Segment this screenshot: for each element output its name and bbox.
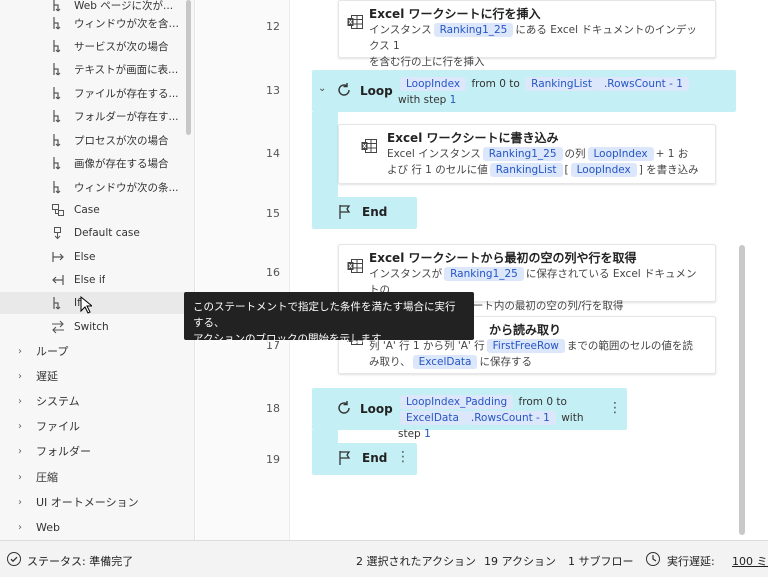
- category-loop[interactable]: › ループ: [18, 340, 68, 362]
- actions-panel: Web ページに次が... ウィンドウが次を含む... サービスが次の場合 テキ…: [0, 0, 195, 540]
- action-switch[interactable]: Switch: [50, 316, 186, 338]
- excel-icon: [347, 15, 365, 31]
- loop-body-bar: [312, 112, 338, 198]
- action-text-on-screen[interactable]: テキストが画面に表...: [50, 58, 186, 80]
- default-case-icon: [50, 225, 66, 241]
- variable-tag: Ranking1_25: [482, 147, 563, 161]
- action-else[interactable]: Else: [50, 246, 186, 268]
- step-loop-padding[interactable]: Loop LoopIndex_Padding from 0 to ExcelDa…: [312, 388, 627, 440]
- category-folder[interactable]: › フォルダー: [18, 440, 91, 462]
- branch-icon: [50, 85, 66, 101]
- category-ui-automation[interactable]: › UI オートメーション: [18, 491, 139, 513]
- variable-tag: LoopIndex_Padding: [400, 395, 514, 409]
- line-number: 13: [266, 84, 280, 97]
- variable-tag: FirstFreeRow: [486, 339, 565, 353]
- variable-tag: RankingList: [525, 77, 598, 91]
- category-file[interactable]: › ファイル: [18, 415, 80, 437]
- else-if-icon: [50, 272, 66, 288]
- chevron-right-icon: ›: [18, 445, 22, 457]
- flag-icon: [338, 204, 352, 223]
- loop-icon: [336, 400, 352, 419]
- chevron-right-icon: ›: [18, 496, 22, 508]
- category-system[interactable]: › システム: [18, 390, 80, 412]
- more-options-icon[interactable]: ⋮: [396, 449, 410, 465]
- branch-icon: [50, 61, 66, 77]
- action-service-condition[interactable]: サービスが次の場合: [50, 35, 186, 57]
- variable-tag: LoopIndex: [570, 163, 637, 177]
- action-window-contains[interactable]: ウィンドウが次を含む...: [50, 12, 186, 34]
- action-file-exists[interactable]: ファイルが存在する...: [50, 82, 186, 104]
- category-delay[interactable]: › 遅延: [18, 365, 58, 387]
- branch-icon: [50, 179, 66, 195]
- loop-body-bar: [312, 430, 338, 444]
- step-end-loop[interactable]: End ⋮: [312, 443, 417, 475]
- action-window-condition[interactable]: ウィンドウが次の条...: [50, 176, 186, 198]
- variable-tag: RankingList: [489, 163, 563, 177]
- run-delay-value[interactable]: 100 ミリ: [732, 553, 768, 569]
- chevron-right-icon: ›: [18, 370, 22, 382]
- branch-icon: [50, 155, 66, 171]
- step-end-loop[interactable]: End: [312, 197, 417, 229]
- action-process-condition[interactable]: プロセスが次の場合: [50, 129, 186, 151]
- variable-tag: LoopIndex: [587, 147, 654, 161]
- action-else-if[interactable]: Else if: [50, 269, 186, 291]
- line-number: 18: [266, 402, 280, 415]
- branch-icon: [50, 132, 66, 148]
- action-image-exists[interactable]: 画像が存在する場合: [50, 152, 186, 174]
- variable-tag: Ranking1_25: [433, 23, 514, 37]
- variable-tag: LoopIndex: [400, 77, 467, 91]
- line-number: 15: [266, 207, 280, 220]
- action-folder-exists[interactable]: フォルダーが存在す...: [50, 105, 186, 127]
- case-icon: [50, 202, 66, 218]
- line-number: 16: [266, 266, 280, 279]
- mouse-cursor-icon: [80, 295, 94, 314]
- selected-actions-count: 2 選択されたアクション: [356, 555, 476, 568]
- chevron-down-icon[interactable]: ⌄: [318, 83, 326, 94]
- more-options-icon[interactable]: ⋮: [608, 400, 622, 416]
- subflow-count: 1 サブフロー: [568, 555, 634, 568]
- category-web[interactable]: › Web: [18, 516, 60, 538]
- chevron-right-icon: ›: [18, 420, 22, 432]
- action-if[interactable]: If: [0, 292, 190, 314]
- branch-icon: [50, 108, 66, 124]
- chevron-right-icon: ›: [18, 395, 22, 407]
- variable-tag: ExcelData: [412, 355, 478, 369]
- line-number: 14: [266, 147, 280, 160]
- branch-icon: [50, 15, 66, 31]
- category-compress[interactable]: › 圧縮: [18, 466, 58, 488]
- line-number: 12: [266, 20, 280, 33]
- chevron-right-icon: ›: [18, 521, 22, 533]
- variable-tag: .RowsCount - 1: [597, 77, 689, 91]
- loop-icon: [336, 82, 352, 101]
- run-delay-label: 実行遅延:: [667, 555, 715, 568]
- action-tooltip: このステートメントで指定した条件を満たす場合に実行する、 アクションのブロックの…: [184, 292, 474, 345]
- excel-icon: [361, 139, 379, 155]
- status-check-icon: [6, 551, 22, 570]
- flow-scrollbar[interactable]: [739, 245, 745, 535]
- excel-icon: [347, 259, 365, 275]
- action-case[interactable]: Case: [50, 199, 186, 221]
- variable-tag: Ranking1_25: [444, 267, 524, 281]
- switch-icon: [50, 319, 66, 335]
- step-loop-header[interactable]: ⌄ Loop LoopIndex from 0 to RankingList .R…: [312, 70, 736, 112]
- line-number: 19: [266, 453, 280, 466]
- branch-icon: [50, 38, 66, 54]
- status-bar: ステータス: 準備完了 2 選択されたアクション 19 アクション 1 サブフロ…: [0, 540, 768, 577]
- action-count: 19 アクション: [484, 555, 556, 568]
- if-icon: [50, 295, 66, 311]
- flag-icon: [338, 450, 352, 469]
- actions-panel-scrollbar[interactable]: [186, 0, 191, 135]
- action-default-case[interactable]: Default case: [50, 222, 186, 244]
- chevron-right-icon: ›: [18, 345, 22, 357]
- chevron-right-icon: ›: [18, 471, 22, 483]
- clock-icon: [645, 551, 661, 570]
- else-icon: [50, 249, 66, 265]
- step-insert-row[interactable]: Excel ワークシートに行を挿入 インスタンス Ranking1_25 にある E…: [338, 0, 716, 68]
- status-text: ステータス: 準備完了: [27, 555, 134, 568]
- step-write-worksheet[interactable]: Excel ワークシートに書き込み Excel インスタンス Ranking1_2…: [338, 124, 716, 184]
- variable-tag: ExcelData: [400, 411, 465, 425]
- flow-designer: 12 13 14 15 16 17 18 19 Excel ワークシートに行を挿…: [196, 0, 768, 540]
- variable-tag: .RowsCount - 1: [464, 411, 556, 425]
